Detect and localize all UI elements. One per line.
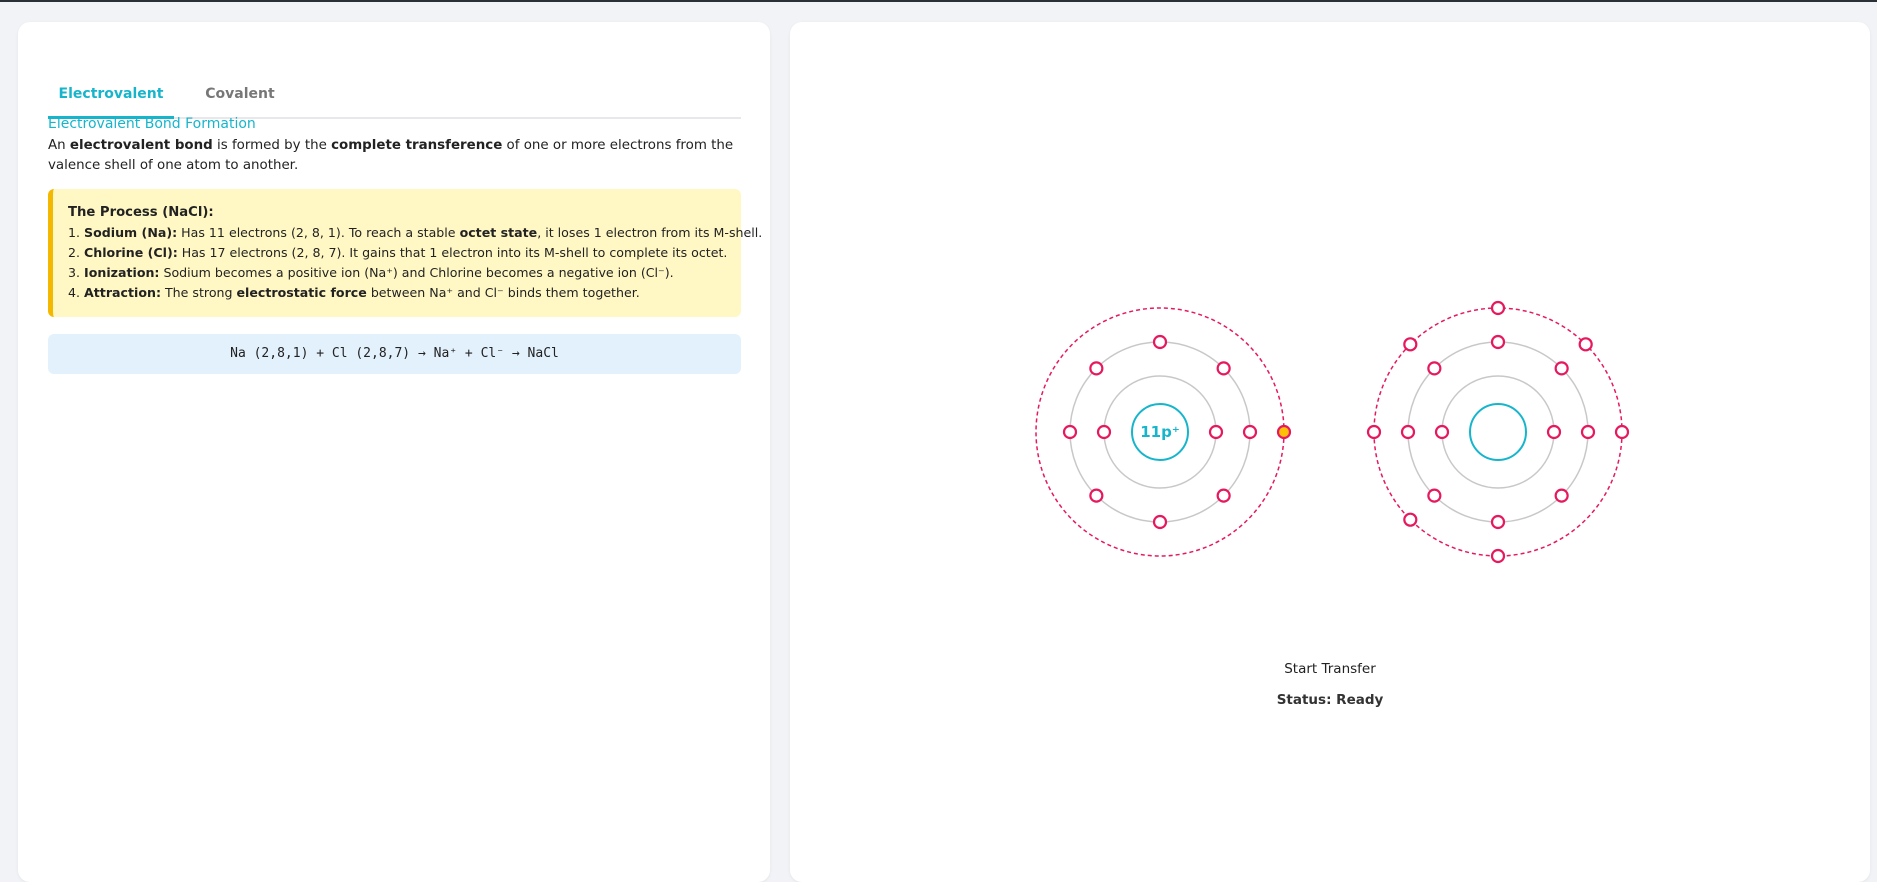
electron [1096, 424, 1112, 440]
electron [1490, 334, 1506, 350]
electron [1403, 512, 1418, 527]
electron [1554, 361, 1569, 376]
status-text: Status: Ready [1276, 692, 1384, 708]
electron [1242, 424, 1258, 440]
electron [1554, 488, 1569, 503]
electron [1546, 424, 1562, 440]
electron [1089, 488, 1104, 503]
electron [1400, 424, 1416, 440]
start-transfer-button[interactable]: Start Transfer [1250, 657, 1410, 681]
sodium-atom: 11p⁺ [1035, 307, 1292, 557]
electron [1434, 424, 1450, 440]
electron [1216, 361, 1231, 376]
electron [1580, 424, 1596, 440]
nucleus [1469, 403, 1527, 461]
electron [1427, 488, 1442, 503]
electron [1152, 514, 1168, 530]
electron [1490, 514, 1506, 530]
electron [1216, 488, 1231, 503]
electron [1427, 361, 1442, 376]
electron [1614, 424, 1630, 440]
electron [1366, 424, 1382, 440]
electron [1490, 548, 1506, 564]
chlorine-atom [1366, 300, 1630, 564]
electron [1062, 424, 1078, 440]
atom-diagram: 11p⁺ [1035, 300, 1630, 564]
electron [1208, 424, 1224, 440]
electron [1578, 337, 1593, 352]
nucleus-label: 11p⁺ [1140, 423, 1180, 441]
electron [1089, 361, 1104, 376]
electron [1490, 300, 1506, 316]
transfer-electron [1276, 424, 1292, 440]
electron [1152, 334, 1168, 350]
electron [1403, 337, 1418, 352]
